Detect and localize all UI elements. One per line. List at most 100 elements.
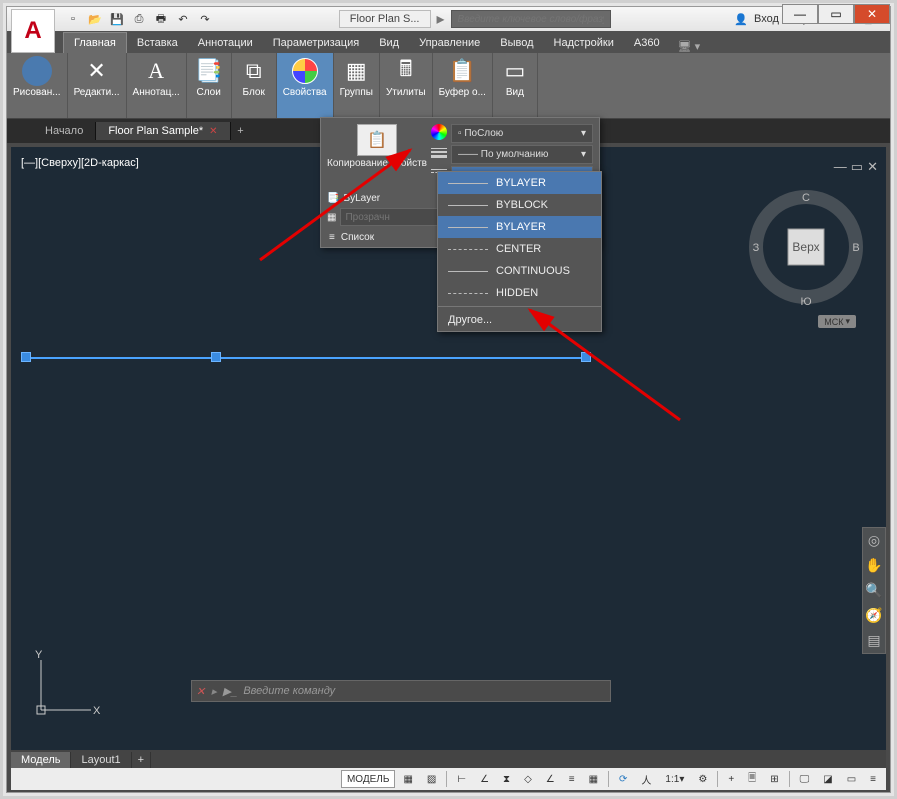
isodraft-icon[interactable]: ⧗ bbox=[497, 770, 516, 788]
cleanscreen-icon[interactable]: ▭ bbox=[841, 770, 862, 788]
panel-utilities[interactable]: 🖩Утилиты bbox=[380, 53, 433, 118]
file-tab-active[interactable]: Floor Plan Sample*✕ bbox=[96, 122, 230, 140]
color-dropdown[interactable]: ▫ ПоСлою▾ bbox=[451, 124, 593, 143]
panel-modify[interactable]: ✕Редакти... bbox=[68, 53, 127, 118]
tab-addins[interactable]: Надстройки bbox=[544, 33, 624, 53]
search-input[interactable] bbox=[451, 10, 611, 28]
grip-end[interactable] bbox=[581, 352, 591, 362]
annoscale-dropdown[interactable]: 1:1 ▾ bbox=[659, 770, 690, 788]
cmdline-close-icon[interactable]: ✕ bbox=[196, 685, 205, 698]
print-icon[interactable]: 🖶 bbox=[151, 9, 171, 29]
tab-a360[interactable]: A360 bbox=[624, 33, 670, 53]
isolate-icon[interactable]: ◪ bbox=[817, 770, 838, 788]
panel-block[interactable]: ⧉Блок bbox=[232, 53, 277, 118]
layout-tab-layout1[interactable]: Layout1 bbox=[71, 752, 131, 768]
ucs-badge[interactable]: МСК▾ bbox=[818, 315, 856, 328]
panel-annotation[interactable]: AАннотац... bbox=[127, 53, 187, 118]
tab-param[interactable]: Параметризация bbox=[263, 33, 369, 53]
featured-apps-icon[interactable]: 🖥 ▾ bbox=[678, 40, 701, 53]
new-icon[interactable]: ▫ bbox=[63, 9, 83, 29]
login-icon[interactable]: 👤 bbox=[734, 13, 748, 26]
svg-text:З: З bbox=[753, 242, 760, 254]
add-layout-button[interactable]: + bbox=[132, 752, 151, 768]
linetype-option[interactable]: HIDDEN bbox=[438, 282, 601, 304]
svg-text:X: X bbox=[93, 705, 101, 717]
grip-start[interactable] bbox=[21, 352, 31, 362]
vp-close-icon[interactable]: ✕ bbox=[867, 159, 878, 175]
modify-icon: ✕ bbox=[81, 56, 113, 86]
zoom-icon[interactable]: 🔍 bbox=[865, 582, 882, 599]
fullnav-icon[interactable]: ◎ bbox=[868, 532, 880, 549]
otrack-icon[interactable]: ∠ bbox=[540, 770, 561, 788]
linetype-option[interactable]: CENTER bbox=[438, 238, 601, 260]
osnap-icon[interactable]: ◇ bbox=[518, 770, 538, 788]
command-line[interactable]: ✕ ▸ ▶_ Введите команду bbox=[191, 680, 611, 702]
ortho-icon[interactable]: ⊢ bbox=[451, 770, 472, 788]
linetype-other[interactable]: Другое... bbox=[438, 309, 601, 331]
minimize-button[interactable]: — bbox=[782, 4, 818, 24]
ribbon: Рисован... ✕Редакти... AАннотац... 📑Слои… bbox=[7, 53, 890, 119]
linetype-option[interactable]: BYLAYER bbox=[438, 172, 601, 194]
cycling-icon[interactable]: ⟳ bbox=[613, 770, 633, 788]
undo-icon[interactable]: ↶ bbox=[173, 9, 193, 29]
close-button[interactable]: ✕ bbox=[854, 4, 890, 24]
match-properties-label: Копирование свойств bbox=[327, 158, 427, 169]
transparency-icon: ▦ bbox=[327, 212, 336, 223]
clipboard-icon: 📋 bbox=[446, 56, 478, 86]
tab-annotate[interactable]: Аннотации bbox=[188, 33, 263, 53]
tab-insert[interactable]: Вставка bbox=[127, 33, 188, 53]
file-tab-start[interactable]: Начало bbox=[33, 122, 96, 140]
panel-draw[interactable]: Рисован... bbox=[7, 53, 68, 118]
panel-groups[interactable]: ▦Группы bbox=[334, 53, 380, 118]
panel-layers[interactable]: 📑Слои bbox=[187, 53, 232, 118]
save-icon[interactable]: 💾 bbox=[107, 9, 127, 29]
maximize-button[interactable]: ▭ bbox=[818, 4, 854, 24]
close-icon[interactable]: ✕ bbox=[209, 126, 217, 137]
workspace-icon[interactable]: + bbox=[722, 770, 740, 788]
panel-clipboard[interactable]: 📋Буфер о... bbox=[433, 53, 493, 118]
lineweight-toggle-icon[interactable]: ≡ bbox=[563, 770, 581, 788]
tab-view[interactable]: Вид bbox=[369, 33, 409, 53]
orbit-icon[interactable]: 🧭 bbox=[865, 607, 882, 624]
add-tab-button[interactable]: + bbox=[231, 125, 251, 137]
layout-tab-model[interactable]: Модель bbox=[11, 752, 71, 768]
open-icon[interactable]: 📂 bbox=[85, 9, 105, 29]
tab-home[interactable]: Главная bbox=[63, 32, 127, 53]
showmotion-icon[interactable]: ▤ bbox=[867, 632, 880, 649]
panel-viewpanel[interactable]: ▭Вид bbox=[493, 53, 538, 118]
snap-icon[interactable]: ▨ bbox=[421, 770, 442, 788]
panel-properties[interactable]: Свойства bbox=[277, 53, 334, 118]
annotation-scale-icon[interactable]: 人 bbox=[635, 770, 657, 788]
viewport-label[interactable]: [—][Сверху][2D-каркас] bbox=[21, 157, 139, 169]
linetype-option[interactable]: BYBLOCK bbox=[438, 194, 601, 216]
tab-output[interactable]: Вывод bbox=[490, 33, 543, 53]
svg-text:Ю: Ю bbox=[800, 296, 811, 307]
vp-minimize-icon[interactable]: — bbox=[834, 159, 847, 175]
bylayer-icon: 📑 bbox=[327, 193, 339, 204]
polar-icon[interactable]: ∠ bbox=[474, 770, 495, 788]
viewcube[interactable]: Верх С В Ю З bbox=[746, 187, 866, 307]
match-properties-icon[interactable]: 📋 bbox=[357, 124, 397, 156]
grip-mid[interactable] bbox=[211, 352, 221, 362]
gear-icon[interactable]: ⚙ bbox=[692, 770, 713, 788]
quickprops-icon[interactable]: 🗏 bbox=[742, 770, 762, 788]
tab-manage[interactable]: Управление bbox=[409, 33, 490, 53]
lineweight-dropdown[interactable]: —— По умолчанию▾ bbox=[451, 145, 593, 164]
hardware-accel-icon[interactable]: 🖵 bbox=[794, 770, 816, 788]
navigation-bar: ◎ ✋ 🔍 🧭 ▤ bbox=[862, 527, 886, 654]
saveas-icon[interactable]: ⎙ bbox=[129, 9, 149, 29]
selected-line[interactable] bbox=[21, 357, 586, 359]
vp-maximize-icon[interactable]: ▭ bbox=[851, 159, 863, 175]
viewcube-face-label[interactable]: Верх bbox=[792, 240, 819, 254]
customize-icon[interactable]: ≡ bbox=[864, 770, 882, 788]
model-space-button[interactable]: МОДЕЛЬ bbox=[341, 770, 395, 788]
color-wheel-icon[interactable] bbox=[431, 124, 447, 140]
transparency-toggle-icon[interactable]: ▦ bbox=[583, 770, 604, 788]
app-menu-button[interactable]: A bbox=[11, 9, 55, 53]
grid-icon[interactable]: ▦ bbox=[397, 770, 418, 788]
linetype-option[interactable]: BYLAYER bbox=[438, 216, 601, 238]
linetype-option[interactable]: CONTINUOUS bbox=[438, 260, 601, 282]
lock-ui-icon[interactable]: ⊞ bbox=[764, 770, 784, 788]
pan-icon[interactable]: ✋ bbox=[865, 557, 882, 574]
redo-icon[interactable]: ↷ bbox=[195, 9, 215, 29]
